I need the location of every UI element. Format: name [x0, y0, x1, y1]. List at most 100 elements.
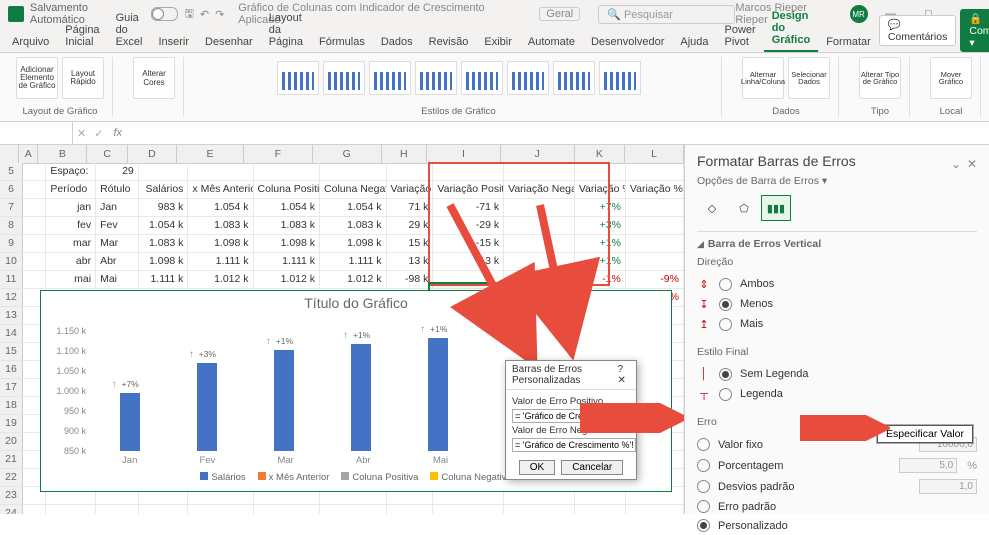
cell[interactable] [433, 271, 504, 288]
cell[interactable]: 15 k [387, 235, 434, 252]
tab-dados[interactable]: Dados [373, 32, 421, 52]
legend-item[interactable]: x Mês Anterior [258, 472, 330, 483]
cell[interactable] [626, 505, 684, 514]
cell[interactable] [96, 505, 139, 514]
comments-button[interactable]: 💬 Comentários [879, 15, 957, 46]
select-all[interactable] [0, 145, 19, 163]
direction-both[interactable]: ⇕Ambos [697, 274, 977, 294]
legend-item[interactable]: Coluna Positiva [341, 472, 418, 483]
table-row[interactable]: abrAbr1.098 k1.111 k1.111 k1.111 k13 k-1… [22, 253, 684, 271]
cell[interactable]: Variação % P [626, 181, 684, 198]
cell[interactable]: Período [46, 181, 96, 198]
tab-formulas[interactable]: Fórmulas [311, 32, 373, 52]
cell[interactable]: 1.111 k [320, 253, 387, 270]
change-colors-button[interactable]: Alterar Cores [133, 57, 175, 99]
cell[interactable]: 1.054 k [188, 199, 253, 216]
cell[interactable]: 1.111 k [188, 253, 253, 270]
cell[interactable]: 1.054 k [139, 217, 189, 234]
cell[interactable] [320, 505, 387, 514]
cell[interactable] [504, 505, 575, 514]
chart-style-1[interactable] [277, 61, 319, 95]
chart-style-3[interactable] [369, 61, 411, 95]
cell[interactable]: Mai [96, 271, 139, 288]
chart-style-4[interactable] [415, 61, 457, 95]
cell[interactable] [320, 163, 387, 180]
cell[interactable]: 1.012 k [188, 271, 253, 288]
chart-title[interactable]: Título do Gráfico [41, 291, 671, 315]
pane-close-icon[interactable]: ✕ [967, 157, 977, 171]
quick-layout-button[interactable]: Layout Rápido [62, 57, 104, 99]
cell[interactable]: +1% [575, 253, 626, 270]
cell[interactable] [22, 181, 46, 198]
cell[interactable] [387, 505, 434, 514]
error-stderr[interactable]: Erro padrão [697, 497, 977, 516]
pane-tab-options-icon[interactable]: ▮▮▮ [761, 195, 791, 221]
cell[interactable] [22, 199, 46, 216]
cell[interactable] [22, 253, 46, 270]
negative-error-input[interactable] [512, 438, 636, 452]
cell[interactable] [504, 199, 575, 216]
cell[interactable]: mar [46, 235, 96, 252]
tab-revisao[interactable]: Revisão [421, 32, 477, 52]
tab-desenhar[interactable]: Desenhar [197, 32, 261, 52]
cell[interactable]: Variação Positiva [433, 181, 504, 198]
cell[interactable] [626, 199, 684, 216]
cell[interactable] [254, 163, 321, 180]
table-row[interactable] [22, 505, 684, 514]
end-no-cap[interactable]: │Sem Legenda [697, 364, 977, 384]
cell[interactable]: +1% [575, 235, 626, 252]
tab-arquivo[interactable]: Arquivo [4, 32, 57, 52]
cell[interactable] [139, 505, 189, 514]
dialog-help-icon[interactable]: ? [618, 364, 624, 375]
cell[interactable]: Coluna Negativa [320, 181, 387, 198]
cell[interactable] [575, 163, 626, 180]
cell[interactable]: -1% [575, 271, 626, 288]
cell[interactable] [254, 505, 321, 514]
table-row[interactable]: marMar1.083 k1.098 k1.098 k1.098 k15 k-1… [22, 235, 684, 253]
cell[interactable]: 1.098 k [188, 235, 253, 252]
pane-subtitle[interactable]: Opções de Barra de Erros ▾ [697, 175, 977, 187]
col-G[interactable]: G [313, 145, 382, 163]
error-stdev[interactable]: Desvios padrão [697, 476, 977, 497]
table-row[interactable]: janJan983 k1.054 k1.054 k1.054 k71 k-71 … [22, 199, 684, 217]
cell[interactable]: Jan [96, 199, 139, 216]
table-row[interactable]: Espaço:29 [22, 163, 684, 181]
cell[interactable]: -13 k [433, 253, 504, 270]
col-F[interactable]: F [244, 145, 313, 163]
fx-enter-icon[interactable]: ✓ [90, 127, 107, 140]
add-chart-element-button[interactable]: Adicionar Elemento de Gráfico [16, 57, 58, 99]
cell[interactable]: 13 k [387, 253, 434, 270]
cell[interactable]: 1.012 k [320, 271, 387, 288]
pane-tab-fill-icon[interactable]: ◇ [697, 195, 727, 221]
cell[interactable] [22, 217, 46, 234]
cell[interactable] [433, 163, 504, 180]
fx-cancel-icon[interactable]: ✕ [73, 127, 90, 140]
col-C[interactable]: C [87, 145, 128, 163]
cell[interactable]: Espaço: [46, 163, 96, 180]
tab-desenvolvedor[interactable]: Desenvolvedor [583, 32, 672, 52]
cell[interactable]: jan [46, 199, 96, 216]
change-chart-type-button[interactable]: Alterar Tipo de Gráfico [859, 57, 901, 99]
cancel-button[interactable]: Cancelar [561, 460, 623, 475]
col-I[interactable]: I [427, 145, 501, 163]
save-icon[interactable]: 🖫 [184, 5, 193, 24]
cell[interactable]: 1.012 k [254, 271, 321, 288]
cell[interactable]: -29 k [433, 217, 504, 234]
cell[interactable]: 29 k [387, 217, 434, 234]
tab-automate[interactable]: Automate [520, 32, 583, 52]
cell[interactable] [504, 217, 575, 234]
chart-style-2[interactable] [323, 61, 365, 95]
cell[interactable]: mai [46, 271, 96, 288]
select-data-button[interactable]: Selecionar Dados [788, 57, 830, 99]
cell[interactable]: Variação [387, 181, 434, 198]
positive-error-input[interactable] [512, 409, 636, 423]
cell[interactable]: Salários [139, 181, 189, 198]
tab-guia-excel[interactable]: Guia do Excel [108, 8, 151, 52]
cell[interactable] [188, 505, 253, 514]
avatar[interactable]: MR [850, 5, 868, 23]
undo-icon[interactable]: ↶ [200, 8, 209, 21]
legend-item[interactable]: Salários [200, 472, 245, 483]
cell[interactable]: -98 k [387, 271, 434, 288]
cell[interactable] [626, 163, 684, 180]
cell[interactable]: -98 k [504, 271, 575, 288]
